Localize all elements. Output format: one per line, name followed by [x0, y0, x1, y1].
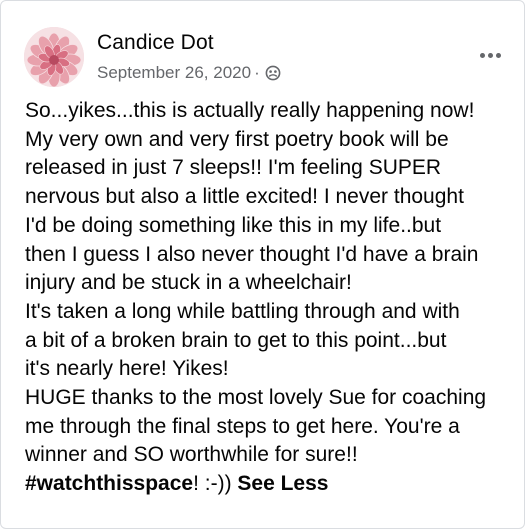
post-meta: September 26, 2020 ·: [97, 60, 281, 86]
post-line: released in just 7 sleeps!! I'm feeling …: [25, 156, 442, 180]
group-audience-icon[interactable]: [265, 65, 281, 81]
post-line: HUGE thanks to the most lovely Sue for c…: [25, 386, 487, 410]
post-last-line: #watchthisspace! :-)) See Less: [25, 470, 521, 499]
post-line: It's taken a long while battling through…: [25, 299, 460, 323]
post-text: So...yikes...this is actually really hap…: [25, 97, 521, 499]
hashtag-link[interactable]: #watchthisspace: [25, 472, 193, 495]
profile-avatar[interactable]: [24, 27, 84, 87]
see-less-button[interactable]: See Less: [237, 472, 328, 495]
post-line: So...yikes...this is actually really hap…: [25, 99, 475, 122]
post-date[interactable]: September 26, 2020: [97, 63, 251, 83]
author-name[interactable]: Candice Dot: [97, 29, 214, 57]
dot: [479, 52, 485, 58]
flower-avatar-image: [24, 27, 84, 87]
post-line: nervous but also a little excited! I nev…: [25, 185, 464, 209]
more-options-icon[interactable]: [473, 41, 507, 69]
post-line: winner and SO worthwhile for sure!!: [25, 443, 358, 467]
post-line: I'd be doing something like this in my l…: [25, 213, 442, 237]
post-line: a bit of a broken brain to get to this p…: [25, 328, 447, 352]
post-line: injury and be stuck in a wheelchair!: [25, 271, 352, 295]
post-line: me through the final steps to get here. …: [25, 414, 460, 438]
post-line: then I guess I also never thought I'd ha…: [25, 242, 479, 266]
post-line: My very own and very first poetry book w…: [25, 127, 449, 151]
dot: [487, 52, 493, 58]
meta-separator: ·: [254, 63, 260, 82]
post-line: it's nearly here! Yikes!: [25, 357, 229, 381]
dot: [495, 52, 501, 58]
post-card: Candice Dot September 26, 2020 · So...yi…: [0, 0, 525, 529]
hashtag-suffix: ! :-)): [193, 472, 232, 496]
